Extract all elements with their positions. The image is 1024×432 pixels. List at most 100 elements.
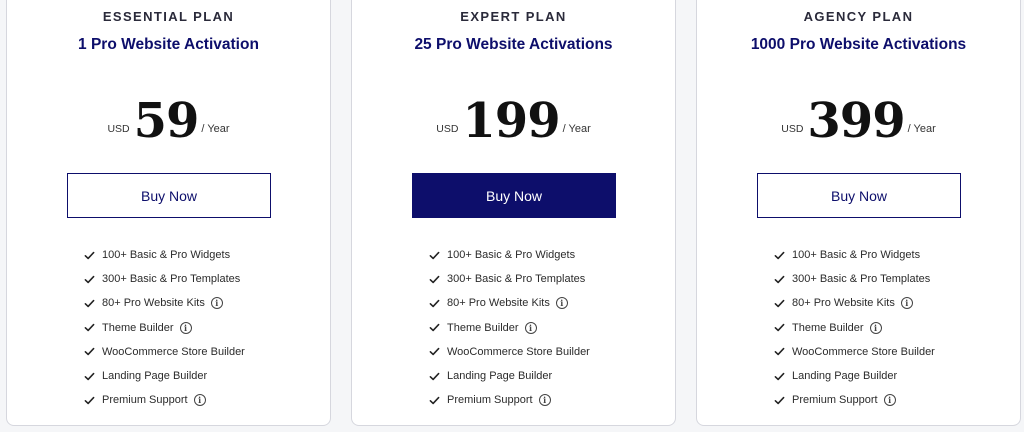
plan-activations: 1000 Pro Website Activations — [750, 36, 967, 53]
pricing-card-essential: ESSENTIAL PLAN 1 Pro Website Activation U… — [6, 0, 331, 426]
buy-now-button[interactable]: Buy Now — [67, 173, 271, 218]
check-icon — [774, 371, 785, 382]
check-icon — [84, 274, 95, 285]
feature-item: 300+ Basic & Pro Templates — [774, 267, 935, 291]
info-icon[interactable]: i — [869, 321, 882, 334]
price-period: / Year — [907, 123, 936, 135]
feature-item: Landing Page Builder — [84, 364, 245, 388]
feature-label: Theme Builder — [792, 321, 864, 334]
check-icon — [84, 395, 95, 406]
info-icon[interactable]: i — [900, 297, 913, 310]
feature-label: Landing Page Builder — [792, 370, 898, 383]
check-icon — [84, 371, 95, 382]
check-icon — [84, 346, 95, 357]
feature-label: Premium Support — [447, 394, 533, 407]
feature-label: Landing Page Builder — [102, 370, 208, 383]
feature-label: Landing Page Builder — [447, 370, 553, 383]
check-icon — [429, 250, 440, 261]
price-currency: USD — [436, 123, 459, 135]
feature-item: 80+ Pro Website Kits i — [84, 291, 245, 315]
price: USD 199 / Year — [352, 89, 675, 145]
feature-label: WooCommerce Store Builder — [102, 345, 245, 358]
price-currency: USD — [107, 123, 130, 135]
price-amount: 59 — [133, 93, 200, 149]
check-icon — [429, 274, 440, 285]
feature-item: 300+ Basic & Pro Templates — [84, 267, 245, 291]
check-icon — [429, 395, 440, 406]
buy-now-button[interactable]: Buy Now — [757, 173, 961, 218]
feature-list: 100+ Basic & Pro Widgets 300+ Basic & Pr… — [429, 243, 590, 412]
plan-name: EXPERT PLAN — [460, 9, 567, 24]
feature-label: Theme Builder — [447, 321, 519, 334]
feature-item: Premium Support i — [429, 388, 590, 412]
plan-activations: 1 Pro Website Activation — [78, 36, 259, 53]
price-currency: USD — [781, 123, 804, 135]
info-icon[interactable]: i — [883, 394, 896, 407]
feature-label: 100+ Basic & Pro Widgets — [102, 249, 231, 262]
feature-label: 300+ Basic & Pro Templates — [792, 273, 931, 286]
feature-list: 100+ Basic & Pro Widgets 300+ Basic & Pr… — [774, 243, 935, 412]
feature-label: Premium Support — [792, 394, 878, 407]
check-icon — [429, 371, 440, 382]
feature-item: 100+ Basic & Pro Widgets — [84, 243, 245, 267]
feature-label: 300+ Basic & Pro Templates — [102, 273, 241, 286]
feature-item: 300+ Basic & Pro Templates — [429, 267, 590, 291]
feature-label: 100+ Basic & Pro Widgets — [792, 249, 921, 262]
feature-label: 100+ Basic & Pro Widgets — [447, 249, 576, 262]
feature-item: Theme Builder i — [84, 316, 245, 340]
price: USD 399 / Year — [697, 89, 1020, 145]
check-icon — [84, 322, 95, 333]
price: USD 59 / Year — [7, 89, 330, 145]
check-icon — [774, 322, 785, 333]
info-icon[interactable]: i — [210, 297, 223, 310]
feature-label: Premium Support — [102, 394, 188, 407]
info-icon[interactable]: i — [524, 321, 537, 334]
feature-item: Landing Page Builder — [774, 364, 935, 388]
feature-item: 100+ Basic & Pro Widgets — [429, 243, 590, 267]
feature-item: Premium Support i — [774, 388, 935, 412]
check-icon — [429, 322, 440, 333]
check-icon — [429, 346, 440, 357]
price-amount: 199 — [462, 93, 560, 149]
info-icon[interactable]: i — [179, 321, 192, 334]
feature-item: Theme Builder i — [429, 316, 590, 340]
buy-now-button[interactable]: Buy Now — [412, 173, 616, 218]
pricing-section: ESSENTIAL PLAN 1 Pro Website Activation U… — [0, 0, 1024, 432]
check-icon — [429, 298, 440, 309]
feature-list: 100+ Basic & Pro Widgets 300+ Basic & Pr… — [84, 243, 245, 412]
feature-item: WooCommerce Store Builder — [774, 340, 935, 364]
feature-label: 80+ Pro Website Kits — [102, 297, 205, 310]
feature-label: WooCommerce Store Builder — [792, 345, 935, 358]
feature-label: 80+ Pro Website Kits — [792, 297, 895, 310]
pricing-card-agency: AGENCY PLAN 1000 Pro Website Activations … — [696, 0, 1021, 426]
feature-label: WooCommerce Store Builder — [447, 345, 590, 358]
feature-item: Landing Page Builder — [429, 364, 590, 388]
feature-item: 80+ Pro Website Kits i — [774, 291, 935, 315]
feature-item: WooCommerce Store Builder — [84, 340, 245, 364]
feature-item: 100+ Basic & Pro Widgets — [774, 243, 935, 267]
info-icon[interactable]: i — [555, 297, 568, 310]
check-icon — [84, 250, 95, 261]
info-icon[interactable]: i — [193, 394, 206, 407]
info-icon[interactable]: i — [538, 394, 551, 407]
pricing-card-expert: EXPERT PLAN 25 Pro Website Activations US… — [351, 0, 676, 426]
check-icon — [774, 346, 785, 357]
plan-name: AGENCY PLAN — [803, 9, 914, 24]
check-icon — [774, 395, 785, 406]
feature-label: Theme Builder — [102, 321, 174, 334]
check-icon — [774, 298, 785, 309]
check-icon — [774, 274, 785, 285]
feature-item: WooCommerce Store Builder — [429, 340, 590, 364]
price-period: / Year — [201, 123, 230, 135]
feature-label: 80+ Pro Website Kits — [447, 297, 550, 310]
check-icon — [84, 298, 95, 309]
check-icon — [774, 250, 785, 261]
plan-activations: 25 Pro Website Activations — [414, 36, 613, 53]
feature-item: Theme Builder i — [774, 316, 935, 340]
price-period: / Year — [562, 123, 591, 135]
plan-name: ESSENTIAL PLAN — [102, 9, 235, 24]
feature-item: 80+ Pro Website Kits i — [429, 291, 590, 315]
feature-item: Premium Support i — [84, 388, 245, 412]
feature-label: 300+ Basic & Pro Templates — [447, 273, 586, 286]
price-amount: 399 — [807, 93, 905, 149]
